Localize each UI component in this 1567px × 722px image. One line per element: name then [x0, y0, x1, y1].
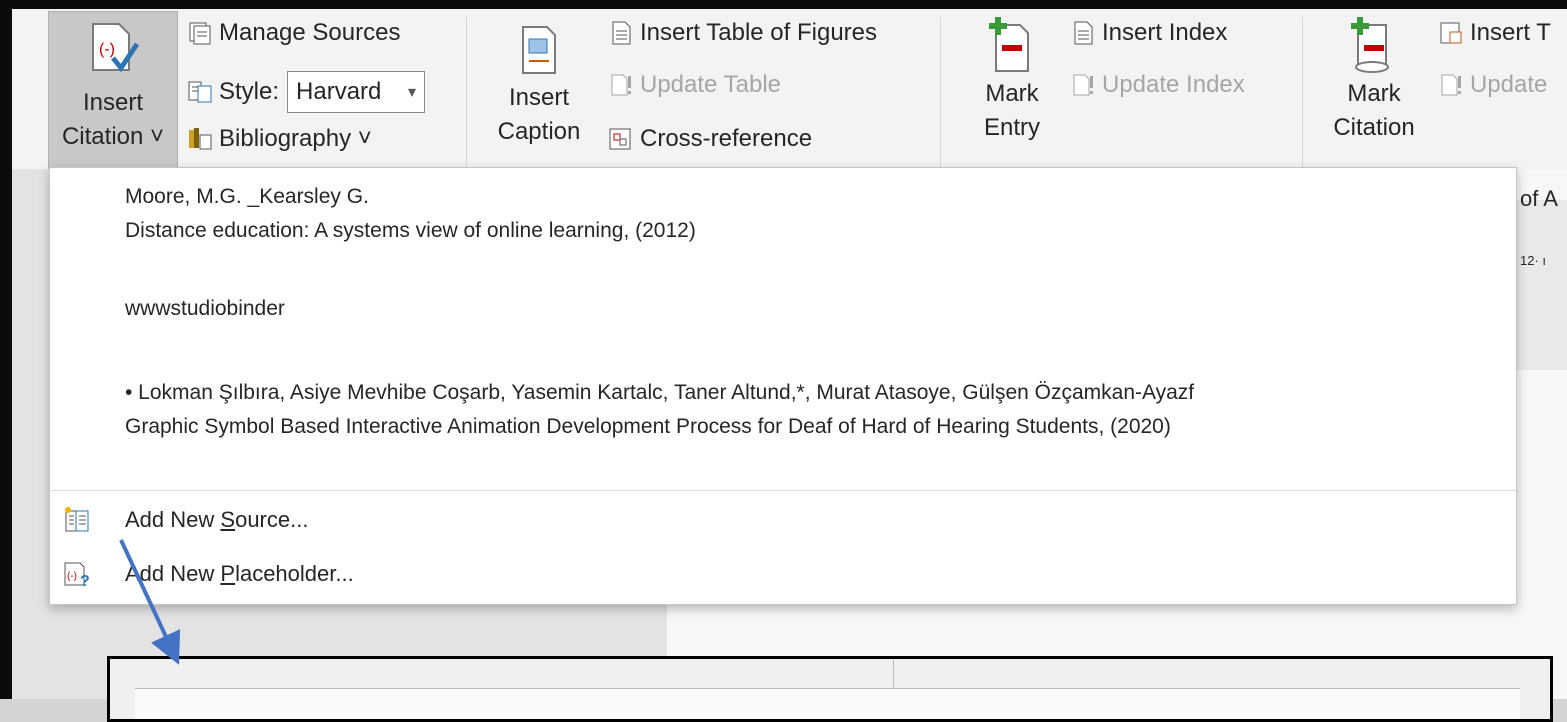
manage-sources-icon [189, 22, 211, 45]
update-table-label: Update Table [640, 71, 781, 98]
update-index-icon [1073, 74, 1093, 96]
insert-citation-icon: (-) [92, 23, 140, 73]
update-icon [1441, 74, 1461, 96]
cross-reference-button[interactable]: Cross-reference [608, 125, 812, 153]
add-new-placeholder-item[interactable]: (-) ? Add New Placeholder... [50, 552, 1516, 596]
update-table-of-authorities-label: Update [1470, 71, 1548, 98]
add-new-source-item[interactable]: Add New Source... [50, 498, 1516, 542]
mark-entry-button[interactable]: Mark Entry [967, 11, 1057, 167]
style-icon [188, 81, 212, 103]
update-index-label: Update Index [1102, 71, 1245, 98]
insert-citation-button[interactable]: (-) Insert Citation ˅ [48, 11, 178, 169]
source-item[interactable]: • Lokman Şılbıra, Asiye Mevhibe Coşarb, … [125, 376, 1194, 444]
mark-citation-label-1: Mark [1347, 80, 1401, 107]
style-label: Style: [219, 78, 280, 105]
table-of-figures-icon [612, 21, 631, 45]
style-select-value: Harvard [296, 78, 382, 105]
insert-table-of-authorities-label: Insert T [1470, 19, 1551, 46]
mark-entry-icon [989, 17, 1029, 72]
update-index-button[interactable]: Update Index [1070, 71, 1245, 99]
svg-text:(-): (-) [99, 41, 115, 58]
bibliography-label: Bibliography ˅ [219, 125, 372, 152]
manage-sources-label: Manage Sources [219, 19, 401, 46]
screenshot-border-left [0, 0, 12, 699]
insert-caption-icon [522, 26, 556, 74]
source-author: wwwstudiobinder [125, 297, 285, 320]
add-new-source-label: Add New Source... [125, 507, 309, 532]
insert-table-of-authorities-button[interactable]: Insert T [1438, 19, 1551, 47]
insert-citation-label-1: Insert [82, 89, 144, 116]
insert-citation-label-2: Citation ˅ [61, 123, 165, 150]
cross-reference-label: Cross-reference [640, 125, 813, 152]
insert-index-button[interactable]: Insert Index [1070, 19, 1227, 47]
insert-caption-label-2: Caption [497, 118, 581, 145]
mark-entry-label-2: Entry [983, 114, 1040, 141]
cross-reference-icon [609, 128, 631, 150]
style-select[interactable]: Harvard ▾ [287, 71, 426, 113]
menu-divider [50, 490, 1516, 491]
group-divider [466, 17, 467, 167]
document-partial-text: of A [1520, 186, 1558, 211]
group-divider [1302, 17, 1303, 167]
references-ribbon: (-) Insert Citation ˅ Manage Sources Sty… [12, 9, 1567, 170]
bibliography-button[interactable]: Bibliography ˅ [187, 125, 372, 153]
source-author: • Lokman Şılbıra, Asiye Mevhibe Coşarb, … [125, 381, 1195, 404]
ruler-partial-text: 12· ı [1520, 253, 1547, 268]
mark-citation-label-2: Citation [1333, 114, 1415, 141]
group-divider [940, 17, 941, 167]
dialog-divider [893, 659, 894, 689]
insert-caption-button[interactable]: Insert Caption [482, 11, 596, 167]
source-title: Graphic Symbol Based Interactive Animati… [125, 415, 1171, 438]
manage-sources-button[interactable]: Manage Sources [187, 19, 400, 47]
add-new-placeholder-label: Add New Placeholder... [125, 561, 354, 586]
svg-text:(-): (-) [67, 571, 77, 582]
table-of-authorities-icon [1440, 22, 1462, 44]
screenshot-border-top [0, 0, 1567, 9]
document-ruler-strip [1515, 200, 1567, 370]
add-placeholder-icon: (-) ? [64, 562, 90, 589]
source-author: Moore, M.G. _Kearsley G. [125, 185, 369, 208]
insert-table-of-figures-button[interactable]: Insert Table of Figures [608, 19, 877, 47]
update-table-of-authorities-button[interactable]: Update [1438, 71, 1547, 99]
source-item[interactable]: wwwstudiobinder [125, 292, 285, 326]
insert-index-icon [1074, 21, 1093, 45]
insert-index-label: Insert Index [1102, 19, 1228, 46]
insert-table-of-figures-label: Insert Table of Figures [640, 19, 878, 46]
chevron-down-icon: ▾ [408, 84, 417, 101]
svg-text:?: ? [80, 573, 90, 589]
add-source-icon [65, 507, 89, 532]
update-table-icon [611, 74, 631, 96]
dialog-preview [135, 688, 1520, 719]
update-table-button[interactable]: Update Table [608, 71, 781, 99]
mark-citation-button[interactable]: Mark Citation [1320, 11, 1428, 167]
source-item[interactable]: Moore, M.G. _Kearsley G. Distance educat… [125, 180, 696, 248]
style-row: Style: Harvard ▾ [187, 71, 426, 113]
mark-citation-icon [1351, 17, 1389, 73]
mark-entry-label-1: Mark [985, 80, 1039, 107]
bibliography-icon [189, 128, 212, 150]
source-title: Distance education: A systems view of on… [125, 219, 696, 242]
insert-caption-label-1: Insert [508, 84, 570, 111]
insert-citation-dropdown: Moore, M.G. _Kearsley G. Distance educat… [49, 167, 1517, 605]
